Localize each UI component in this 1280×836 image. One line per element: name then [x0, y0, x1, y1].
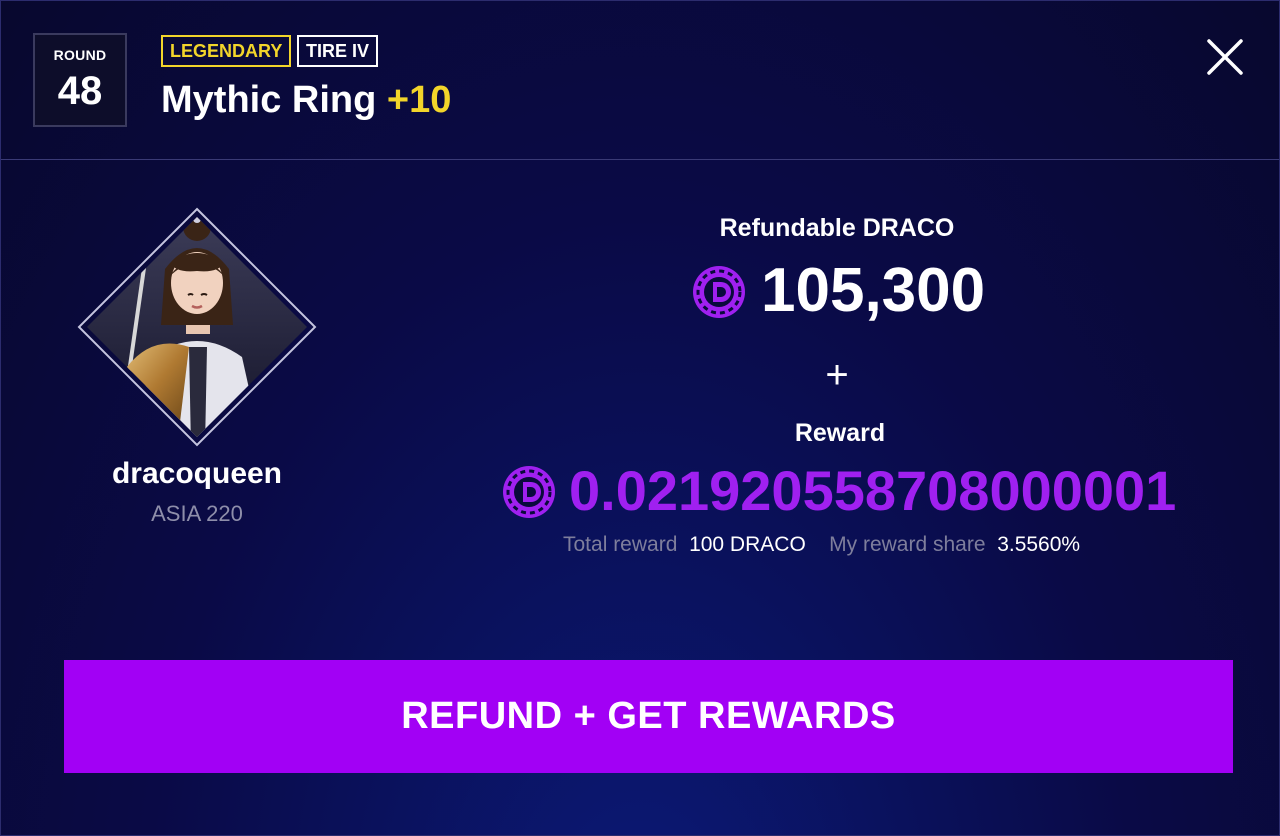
- player-avatar: [77, 207, 317, 447]
- refund-get-rewards-button[interactable]: REFUND + GET REWARDS: [64, 660, 1233, 773]
- draco-coin-icon: [693, 266, 745, 318]
- round-label: ROUND: [53, 47, 107, 63]
- draco-coin-icon: [503, 466, 555, 518]
- item-level: +10: [386, 79, 452, 121]
- round-box: ROUND 48: [33, 33, 127, 127]
- item-name: Mythic Ring: [161, 79, 377, 121]
- reward-stats: Total reward 100 DRACO My reward share 3…: [563, 533, 1080, 557]
- total-reward-label: Total reward: [563, 533, 678, 556]
- reward-share-value: 3.5560%: [997, 533, 1081, 556]
- player-username: dracoqueen: [111, 457, 283, 490]
- rarity-badge: LEGENDARY: [161, 35, 292, 67]
- plus-sign: +: [825, 353, 849, 397]
- round-number: 48: [57, 69, 103, 113]
- item-title: Mythic Ring +10: [161, 79, 451, 122]
- modal-header: ROUND 48 LEGENDARY TIRE IV Mythic Ring +…: [1, 1, 1279, 160]
- close-icon[interactable]: [1203, 35, 1247, 79]
- reward-label: Reward: [794, 419, 886, 447]
- reward-amount: 0.021920558708000001: [569, 459, 1177, 522]
- reward-share-label: My reward share: [829, 533, 986, 556]
- tier-badge: TIRE IV: [297, 35, 379, 67]
- player-server: ASIA 220: [151, 501, 243, 526]
- reward-modal: ROUND 48 LEGENDARY TIRE IV Mythic Ring +…: [0, 0, 1280, 836]
- refund-amount: 105,300: [761, 256, 986, 325]
- total-reward-value: 100 DRACO: [689, 533, 806, 556]
- refund-label: Refundable DRACO: [719, 214, 955, 242]
